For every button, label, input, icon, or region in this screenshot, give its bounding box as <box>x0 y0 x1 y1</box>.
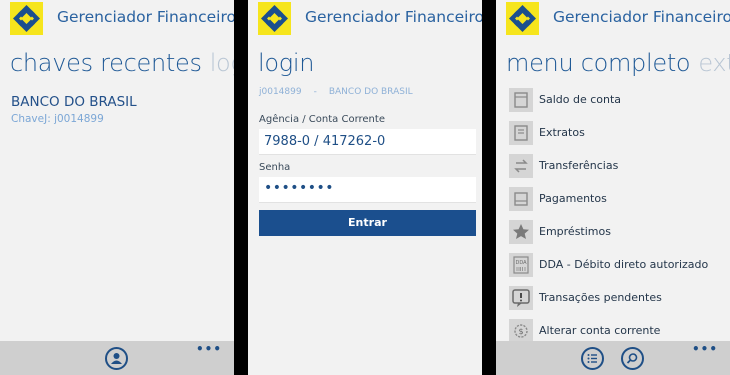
menu-label: Transações pendentes <box>539 291 662 304</box>
main-menu: Saldo de conta Extratos Transferências P… <box>506 87 730 351</box>
pivot-extrato[interactable]: extrat <box>698 49 730 77</box>
user-key: j0014899 <box>259 87 302 97</box>
divider <box>482 0 496 375</box>
panel-recent-keys: Gerenciador Financeiro chaves recentes lo… <box>0 0 234 375</box>
bank-label: BANCO DO BRASIL <box>328 87 413 97</box>
svg-text:DDA: DDA <box>515 260 527 266</box>
account-label: Agência / Conta Corrente <box>259 114 385 125</box>
pivot-menu-completo[interactable]: menu completo <box>506 49 691 77</box>
document-icon <box>509 121 533 145</box>
menu-label: DDA - Débito direto autorizado <box>539 258 709 271</box>
menu-label: Extratos <box>539 126 585 139</box>
menu-item-transferencias[interactable]: Transferências <box>506 153 730 186</box>
menu-label: Empréstimos <box>539 225 611 238</box>
search-button[interactable] <box>621 347 644 370</box>
menu-item-dda[interactable]: DDA DDA - Débito direto autorizado <box>506 252 730 285</box>
menu-item-extratos[interactable]: Extratos <box>506 120 730 153</box>
bb-logo-icon <box>10 2 43 35</box>
more-options-button[interactable]: ••• <box>196 342 222 356</box>
app-bar: ••• <box>0 341 234 375</box>
bb-logo-icon <box>506 2 539 35</box>
payment-icon <box>509 187 533 211</box>
menu-item-pagamentos[interactable]: Pagamentos <box>506 186 730 219</box>
search-icon <box>626 353 638 364</box>
panel-login: Gerenciador Financeiro login j0014899 - BA… <box>248 0 482 375</box>
user-button[interactable] <box>105 347 128 370</box>
menu-label: Pagamentos <box>539 192 607 205</box>
menu-label: Transferências <box>539 159 619 172</box>
entrar-button[interactable]: Entrar <box>259 210 476 236</box>
app-bar: ••• <box>496 341 730 375</box>
gear-icon: $ <box>509 319 533 343</box>
pivot-header: login <box>258 49 314 77</box>
login-sub-info: j0014899 - BANCO DO BRASIL <box>259 87 413 97</box>
account-field[interactable]: 7988-0 / 417262-0 <box>259 129 476 155</box>
pivot-login[interactable]: login <box>210 49 234 77</box>
menu-item-pendentes[interactable]: Transações pendentes <box>506 285 730 318</box>
user-icon <box>111 353 122 364</box>
list-icon <box>587 354 597 363</box>
svg-text:$: $ <box>518 327 523 336</box>
divider <box>234 0 248 375</box>
app-header: Gerenciador Financeiro <box>0 0 234 36</box>
dda-icon: DDA <box>509 253 533 277</box>
app-header: Gerenciador Financeiro <box>496 0 730 36</box>
document-icon <box>509 88 533 112</box>
app-title: Gerenciador Financeiro <box>57 8 234 26</box>
star-icon <box>509 220 533 244</box>
pivot-header: chaves recentes login <box>10 49 234 77</box>
pivot-login[interactable]: login <box>258 49 314 77</box>
menu-label: Saldo de conta <box>539 93 622 106</box>
transfer-icon <box>509 154 533 178</box>
password-value: •••••••• <box>264 180 335 196</box>
menu-item-emprestimos[interactable]: Empréstimos <box>506 219 730 252</box>
app-title: Gerenciador Financeiro <box>553 8 730 26</box>
recent-bank-name[interactable]: BANCO DO BRASIL <box>11 94 137 110</box>
more-options-button[interactable]: ••• <box>692 342 718 356</box>
recent-bank-key[interactable]: ChaveJ: j0014899 <box>11 113 104 125</box>
app-title: Gerenciador Financeiro <box>305 8 482 26</box>
separator: - <box>313 87 317 97</box>
app-header: Gerenciador Financeiro <box>248 0 482 36</box>
list-button[interactable] <box>581 347 604 370</box>
account-value: 7988-0 / 417262-0 <box>264 134 386 149</box>
password-field[interactable]: •••••••• <box>259 177 476 203</box>
pivot-chaves-recentes[interactable]: chaves recentes <box>10 49 202 77</box>
panel-menu: Gerenciador Financeiro menu completoextr… <box>496 0 730 375</box>
pivot-header: menu completoextrat <box>506 49 730 77</box>
alert-icon <box>509 286 533 310</box>
menu-label: Alterar conta corrente <box>539 324 661 337</box>
menu-item-saldo[interactable]: Saldo de conta <box>506 87 730 120</box>
password-label: Senha <box>259 162 291 173</box>
bb-logo-icon <box>258 2 291 35</box>
